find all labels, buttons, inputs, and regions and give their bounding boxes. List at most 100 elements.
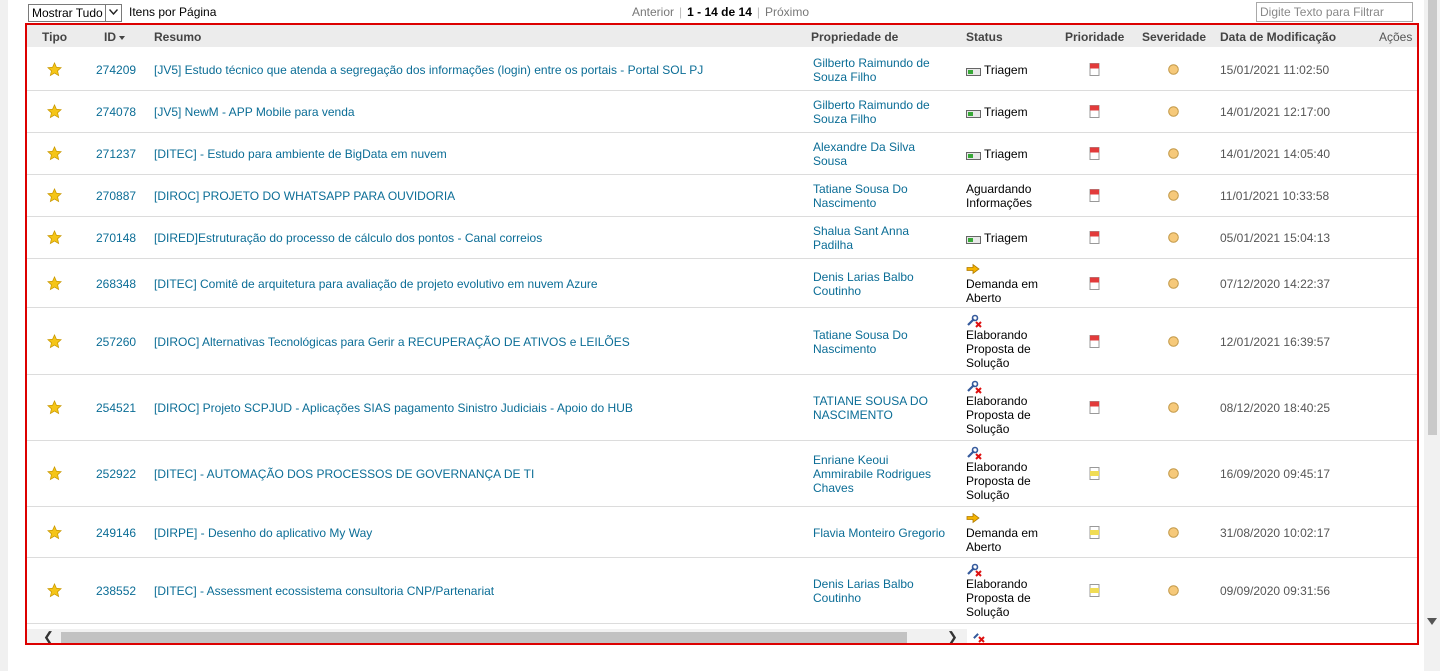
request-id-link[interactable]: 268348: [96, 277, 136, 291]
summary-link[interactable]: [DITEC] - AUTOMAÇÃO DOS PROCESSOS DE GOV…: [154, 467, 534, 481]
star-icon: [47, 146, 62, 164]
request-id-link[interactable]: 274209: [96, 63, 136, 77]
priority-high-icon: [1089, 189, 1100, 205]
col-severity[interactable]: Severidade: [1142, 30, 1206, 44]
summary-link[interactable]: [DITEC] Comitê de arquitetura para avali…: [154, 277, 598, 291]
col-id[interactable]: ID: [104, 30, 125, 44]
owner-link[interactable]: Gilberto Raimundo de Souza Filho: [813, 56, 953, 84]
table-row[interactable]: 268348 [DITEC] Comitê de arquitetura para…: [27, 259, 1417, 308]
summary-link[interactable]: [DIRED]Estruturação do processo de cálcu…: [154, 231, 542, 245]
owner-link[interactable]: Alexandre Da Silva Sousa: [813, 140, 953, 168]
modified-date: 08/12/2020 18:40:25: [1220, 401, 1331, 415]
status-text: Aguardando: [966, 182, 1032, 196]
severity-icon: [1168, 190, 1179, 204]
request-id-link[interactable]: 270887: [96, 189, 136, 203]
page-scroll-thumb[interactable]: [1428, 0, 1437, 435]
status-text: Elaborando: [966, 577, 1028, 591]
arrow-right-icon: [966, 512, 1056, 526]
owner-link[interactable]: Tatiane Sousa Do Nascimento: [813, 328, 953, 356]
summary-link[interactable]: [DIROC] Alternativas Tecnológicas para G…: [154, 335, 630, 349]
request-id-link[interactable]: 254521: [96, 401, 136, 415]
owner-link[interactable]: Flavia Monteiro Gregorio: [813, 526, 953, 540]
status-text: Aberto: [966, 291, 1002, 305]
chevron-down-icon[interactable]: [105, 5, 121, 21]
col-priority[interactable]: Prioridade: [1065, 30, 1124, 44]
table-row[interactable]: 249146 [DIRPE] - Desenho do aplicativo My…: [27, 507, 1417, 558]
horizontal-scroll-thumb[interactable]: [61, 632, 907, 643]
summary-link[interactable]: [DIROC] PROJETO DO WHATSAPP PARA OUVIDOR…: [154, 189, 455, 203]
owner-name-line: Shalua Sant Anna: [813, 224, 910, 238]
request-id-link[interactable]: 274078: [96, 105, 136, 119]
priority-high-icon: [1089, 401, 1100, 417]
table-row[interactable]: 271237 [DITEC] - Estudo para ambiente de …: [27, 133, 1417, 175]
requests-table: Tipo ID Resumo Propriedade de Status Pri…: [25, 23, 1419, 645]
table-row[interactable]: 274078 [JV5] NewM - APP Mobile para venda…: [27, 91, 1417, 133]
status-text: Demanda em: [966, 277, 1039, 291]
modified-date: 16/09/2020 09:45:17: [1220, 467, 1331, 481]
request-id-link[interactable]: 270148: [96, 231, 136, 245]
modified-date: 09/09/2020 09:31:56: [1220, 584, 1331, 598]
owner-link[interactable]: Tatiane Sousa Do Nascimento: [813, 182, 953, 210]
modified-date: 11/01/2021 10:33:58: [1220, 189, 1330, 203]
table-row[interactable]: 270887 [DIROC] PROJETO DO WHATSAPP PARA O…: [27, 175, 1417, 217]
owner-link[interactable]: Denis Larias Balbo Coutinho: [813, 577, 953, 605]
col-modified[interactable]: Data de Modificação: [1220, 30, 1336, 44]
status-text: Triagem: [984, 147, 1028, 161]
scroll-left-icon[interactable]: ❮: [43, 630, 54, 643]
request-id-link[interactable]: 257260: [96, 335, 136, 349]
request-id-link[interactable]: 271237: [96, 147, 136, 161]
owner-name-line: Denis Larias Balbo: [813, 577, 914, 591]
pager-next[interactable]: Próximo: [765, 5, 809, 19]
owner-link[interactable]: TATIANE SOUSA DO NASCIMENTO: [813, 394, 953, 422]
owner-name-line: Tatiane Sousa Do: [813, 328, 908, 342]
request-id-link[interactable]: 238552: [96, 584, 136, 598]
page-scrollbar[interactable]: [1424, 0, 1440, 671]
status-text: Solução: [966, 605, 1010, 619]
owner-name-line: Tatiane Sousa Do: [813, 182, 908, 196]
col-status[interactable]: Status: [966, 30, 1003, 44]
owner-link[interactable]: Gilberto Raimundo de Souza Filho: [813, 98, 953, 126]
star-icon: [47, 400, 62, 418]
triage-icon: [966, 149, 981, 163]
summary-link[interactable]: [DIROC] Projeto SCPJUD - Aplicações SIAS…: [154, 401, 633, 415]
owner-name-line: Denis Larias Balbo: [813, 270, 914, 284]
request-id-link[interactable]: 249146: [96, 526, 136, 540]
summary-link[interactable]: [DITEC] - Estudo para ambiente de BigDat…: [154, 147, 447, 161]
star-icon: [47, 276, 62, 294]
owner-link[interactable]: Denis Larias Balbo Coutinho: [813, 270, 953, 298]
horizontal-scrollbar[interactable]: ❮ ❯: [27, 629, 967, 643]
status-text: Solução: [966, 488, 1010, 502]
filter-input[interactable]: [1256, 2, 1413, 22]
table-row[interactable]: 270148 [DIRED]Estruturação do processo de…: [27, 217, 1417, 259]
status-cell: Triagem: [966, 105, 1056, 121]
request-id-link[interactable]: 252922: [96, 467, 136, 481]
star-icon: [47, 104, 62, 122]
modified-date: 07/12/2020 14:22:37: [1220, 277, 1331, 291]
scroll-right-icon[interactable]: ❯: [947, 630, 958, 643]
wrench-icon: [966, 563, 1056, 577]
table-row[interactable]: 238552 [DITEC] - Assessment ecossistema c…: [27, 558, 1417, 624]
status-text: Solução: [966, 356, 1010, 370]
summary-link[interactable]: [JV5] NewM - APP Mobile para venda: [154, 105, 355, 119]
col-type[interactable]: Tipo: [42, 30, 67, 44]
modified-date: 05/01/2021 15:04:13: [1220, 231, 1331, 245]
severity-icon: [1168, 278, 1179, 292]
summary-link[interactable]: [DITEC] - Assessment ecossistema consult…: [154, 584, 494, 598]
items-per-page-select[interactable]: Mostrar Tudo: [28, 4, 122, 22]
summary-link[interactable]: [DIRPE] - Desenho do aplicativo My Way: [154, 526, 372, 540]
table-row[interactable]: 274209 [JV5] Estudo técnico que atenda a …: [27, 49, 1417, 91]
summary-link[interactable]: [JV5] Estudo técnico que atenda a segreg…: [154, 63, 703, 77]
col-summary[interactable]: Resumo: [154, 30, 201, 44]
severity-icon: [1168, 148, 1179, 162]
col-owner[interactable]: Propriedade de: [811, 30, 898, 44]
table-row[interactable]: 252922 [DITEC] - AUTOMAÇÃO DOS PROCESSOS …: [27, 441, 1417, 507]
table-row[interactable]: 254521 [DIROC] Projeto SCPJUD - Aplicaçõe…: [27, 375, 1417, 441]
status-text: Triagem: [984, 231, 1028, 245]
scroll-down-icon[interactable]: [1427, 618, 1437, 626]
severity-icon: [1168, 106, 1179, 120]
owner-link[interactable]: Shalua Sant Anna Padilha: [813, 224, 953, 252]
owner-link[interactable]: Enriane Keoui Ammirabile Rodrigues Chaves: [813, 453, 953, 495]
pager-prev[interactable]: Anterior: [632, 5, 674, 19]
table-header: Tipo ID Resumo Propriedade de Status Pri…: [27, 25, 1417, 47]
table-row[interactable]: 257260 [DIROC] Alternativas Tecnológicas …: [27, 308, 1417, 375]
